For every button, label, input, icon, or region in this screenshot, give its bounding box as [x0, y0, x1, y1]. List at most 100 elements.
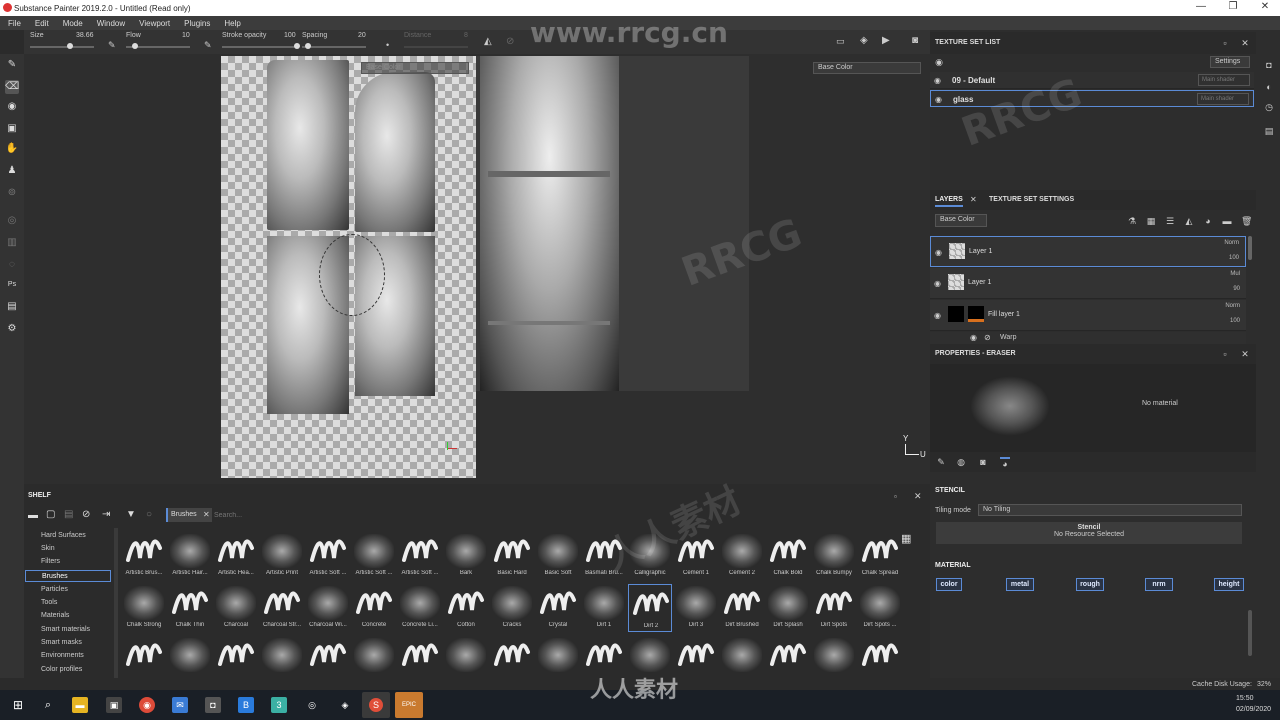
tiling-mode-dropdown[interactable]: No Tiling	[978, 504, 1242, 516]
float-panel-icon[interactable]: ▫	[894, 492, 897, 501]
brush-thumbnail[interactable]: Chalk Strong	[122, 584, 166, 632]
category-skin[interactable]: Skin	[25, 543, 111, 555]
maximize-button[interactable]: ❐	[1218, 1, 1248, 12]
brush-thumbnail[interactable]: Artistic Brus...	[122, 532, 166, 580]
brush-thumbnail[interactable]: Chalk Thin	[168, 584, 212, 632]
viewport[interactable]: Base Color Base Color Y U	[24, 54, 930, 484]
spacing-value[interactable]: 20	[358, 32, 366, 39]
brush-thumbnail[interactable]: Dirt 2	[628, 584, 672, 632]
search-icon[interactable]: ⌕	[40, 697, 56, 713]
clone-icon[interactable]: ♟	[5, 164, 19, 178]
flow-slider-handle[interactable]	[132, 43, 138, 49]
symmetry-icon[interactable]: ◭	[484, 36, 492, 47]
eye-icon[interactable]: ◉	[935, 95, 942, 104]
layer-opacity[interactable]: 100	[1229, 255, 1239, 261]
menu-plugins[interactable]: Plugins	[184, 19, 210, 28]
brush-thumbnail[interactable]: Dirt Splash	[766, 584, 810, 632]
brush-thumbnail[interactable]: Cotton	[444, 584, 488, 632]
blend-mode[interactable]: Mul	[1230, 271, 1240, 277]
display-settings-icon[interactable]: ◐	[1264, 82, 1274, 92]
camera-icon[interactable]: ▶	[882, 35, 890, 46]
brush-thumbnail[interactable]	[628, 636, 672, 672]
folder-icon[interactable]: ▬	[28, 510, 38, 521]
brush-thumbnail[interactable]	[444, 636, 488, 672]
channel-color-button[interactable]: color	[936, 578, 962, 591]
delete-layer-icon[interactable]: 🗑	[1241, 216, 1252, 226]
stroke-opacity-value[interactable]: 100	[284, 32, 296, 39]
document-icon[interactable]: ▤	[5, 300, 19, 314]
size-value[interactable]: 38.66	[76, 32, 94, 39]
close-button[interactable]: ✕	[1250, 1, 1280, 12]
brush-thumbnail[interactable]: Calligraphic	[628, 532, 672, 580]
tab-layers[interactable]: LAYERS	[935, 196, 963, 207]
brush-thumbnail[interactable]: Artistic Soft ...	[352, 532, 396, 580]
category-particles[interactable]: Particles	[25, 584, 111, 596]
eye-icon[interactable]: ◉	[934, 279, 941, 288]
save-icon[interactable]: ▤	[64, 509, 73, 520]
brush-thumbnail[interactable]: Artistic Hea...	[214, 532, 258, 580]
brush-thumbnail[interactable]: Crystal	[536, 584, 580, 632]
category-smart-materials[interactable]: Smart materials	[25, 624, 111, 636]
iray-icon[interactable]: ◌	[5, 258, 19, 272]
viewport-2d[interactable]	[476, 56, 749, 391]
minimize-button[interactable]: —	[1186, 1, 1216, 12]
close-panel-icon[interactable]: ✕	[1240, 349, 1250, 359]
category-materials[interactable]: Materials	[25, 610, 111, 622]
brush-thumbnail[interactable]: Basmati Bru...	[582, 532, 626, 580]
brush-thumbnail[interactable]: Dirt Spots	[812, 584, 856, 632]
eye-icon[interactable]: ◉	[934, 76, 941, 85]
brush-thumbnail[interactable]: Artistic Soft ...	[306, 532, 350, 580]
texture-set-row[interactable]: ◉ 09 - Default Main shader	[930, 72, 1254, 89]
photoshop-export-icon[interactable]: Ps	[5, 278, 19, 292]
mail-icon[interactable]: ✉	[172, 697, 188, 713]
brush-thumbnail[interactable]	[122, 636, 166, 672]
menu-mode[interactable]: Mode	[63, 19, 83, 28]
spacing-slider-handle[interactable]	[305, 43, 311, 49]
brush-thumbnail[interactable]	[168, 636, 212, 672]
distance-slider[interactable]	[404, 46, 468, 48]
settings-icon[interactable]: ⚙	[5, 322, 19, 336]
viewport-2d-channel[interactable]: Base Color	[813, 62, 921, 74]
close-panel-icon[interactable]: ✕	[914, 491, 922, 502]
add-effect-icon[interactable]: ⚗	[1127, 216, 1137, 226]
material-tab-icon[interactable]: ◕	[1000, 457, 1010, 469]
menu-help[interactable]: Help	[224, 19, 240, 28]
brush-thumbnail[interactable]	[536, 636, 580, 672]
add-fill-layer-icon[interactable]: ☰	[1165, 216, 1175, 226]
texture-set-row-selected[interactable]: ◉ glass Main shader	[930, 90, 1254, 107]
stencil-tab-icon[interactable]: ◙	[978, 457, 988, 467]
layer-row[interactable]: ◉ Layer 1 Norm 100	[930, 236, 1246, 267]
brush-thumbnail[interactable]: Artistic Print	[260, 532, 304, 580]
eraser-icon[interactable]: ⌫	[5, 80, 19, 94]
flow-value[interactable]: 10	[182, 32, 190, 39]
spacing-slider[interactable]	[302, 46, 366, 48]
brush-thumbnail[interactable]: Chalk Bold	[766, 532, 810, 580]
paint-brush-icon[interactable]: ✎	[5, 58, 19, 72]
brush-thumbnail[interactable]	[306, 636, 350, 672]
layer-row[interactable]: ◉ Fill layer 1 Norm 100	[930, 300, 1246, 331]
brush-thumbnail[interactable]	[398, 636, 442, 672]
file-explorer-icon[interactable]: ▬	[72, 697, 88, 713]
brush-thumbnail[interactable]	[858, 636, 902, 672]
brush-thumbnail[interactable]: Artistic Hair...	[168, 532, 212, 580]
brush-thumbnail[interactable]: Basic Soft	[536, 532, 580, 580]
close-panel-icon[interactable]: ✕	[1240, 38, 1250, 48]
history-icon[interactable]: ◷	[1264, 102, 1274, 112]
brush-thumbnail[interactable]: Artistic Soft ...	[398, 532, 442, 580]
brush-thumbnail[interactable]	[352, 636, 396, 672]
texture-set-settings-dropdown[interactable]: Settings	[1210, 56, 1250, 68]
category-tools[interactable]: Tools	[25, 597, 111, 609]
shelf-search-input[interactable]	[214, 508, 914, 522]
menu-file[interactable]: File	[8, 19, 21, 28]
steam-icon[interactable]: ◎	[304, 697, 320, 713]
size-slider[interactable]	[30, 46, 94, 48]
channel-nrm-button[interactable]: nrm	[1145, 578, 1173, 591]
close-tab-icon[interactable]: ✕	[970, 195, 977, 204]
viewport-3d-channel[interactable]: Base Color	[361, 62, 469, 74]
new-resource-icon[interactable]: ▢	[46, 509, 55, 520]
channel-height-button[interactable]: height	[1214, 578, 1244, 591]
visibility-toggle-icon[interactable]: ◉	[934, 57, 944, 67]
category-environments[interactable]: Environments	[25, 650, 111, 662]
category-brushes[interactable]: Brushes	[25, 570, 111, 582]
stencil-resource-slot[interactable]: Stencil No Resource Selected	[936, 522, 1242, 544]
